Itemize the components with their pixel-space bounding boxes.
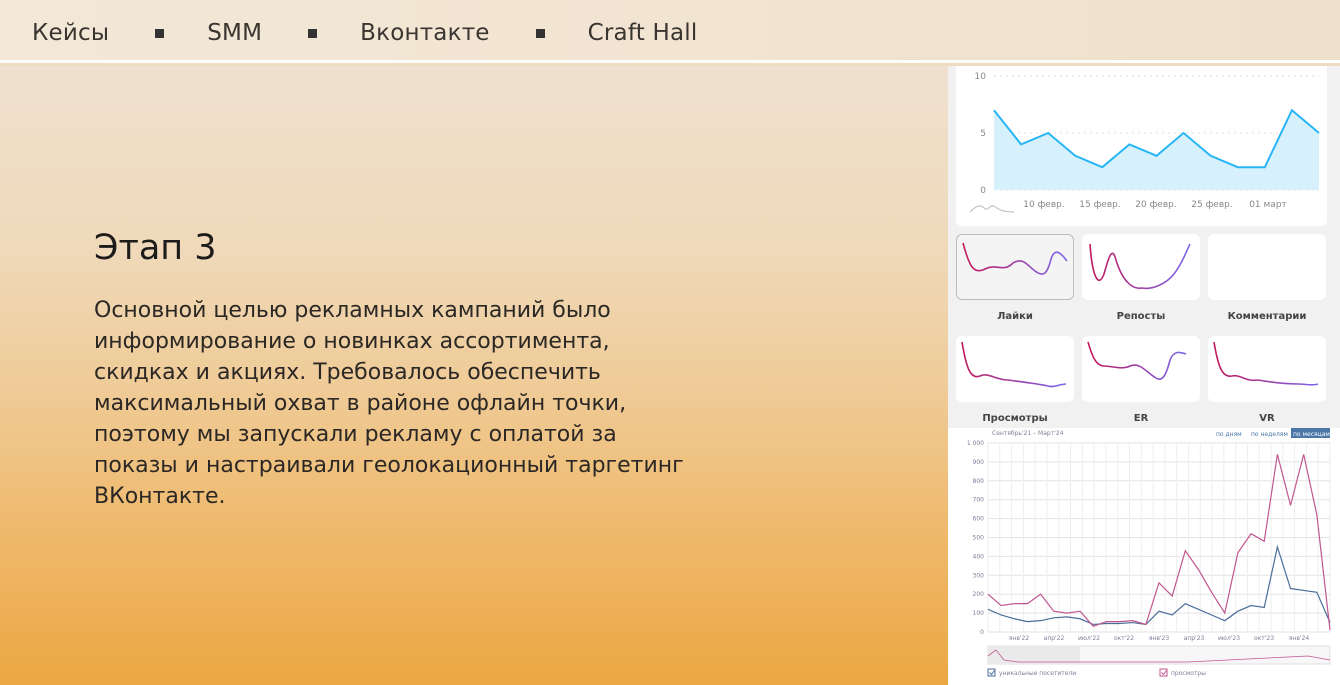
metric-sparkline: [961, 341, 1067, 388]
legend-label: просмотры: [1171, 670, 1206, 677]
y-tick-label: 500: [973, 535, 985, 542]
breadcrumb: Кейсы SMM Вконтакте Craft Hall: [32, 0, 697, 66]
y-tick-label: 5: [980, 129, 986, 139]
y-tick-label: 10: [975, 72, 987, 82]
reach-area-chart: 10 5 0 10 февр. 15 февр. 20 февр. 25 февр. 01 м…: [969, 72, 1320, 213]
nav-link-cases[interactable]: Кейсы: [32, 20, 109, 46]
metric-sparkline: [962, 242, 1068, 275]
metric-card-label: VR: [1259, 413, 1275, 424]
x-tick-label: июл'23: [1218, 635, 1240, 642]
metric-card[interactable]: [956, 336, 1074, 402]
metric-sparkline: [1213, 341, 1319, 386]
sparkline-path: [962, 242, 1068, 275]
x-tick-label: 10 февр.: [1023, 200, 1064, 210]
separator-square-icon: [155, 28, 165, 38]
y-tick-label: 800: [973, 478, 985, 485]
metric-card-label: Репосты: [1116, 311, 1166, 322]
y-tick-label: 0: [980, 186, 986, 196]
series-area: [994, 110, 1319, 190]
x-tick-label: янв'23: [1149, 635, 1170, 642]
metric-card-label: Просмотры: [982, 413, 1048, 424]
y-tick-label: 700: [973, 497, 985, 504]
y-tick-label: 0: [980, 629, 984, 636]
sparkline-path: [1213, 341, 1319, 386]
overview-sparkline: [969, 205, 1015, 213]
stage-title: Этап 3: [94, 228, 217, 268]
reach-chart-card: 10 5 0 10 февр. 15 февр. 20 февр. 25 февр. 01 м…: [956, 66, 1327, 226]
x-tick-label: янв'24: [1289, 635, 1310, 642]
nav-link-smm[interactable]: SMM: [207, 20, 262, 46]
metric-card[interactable]: [1082, 336, 1200, 402]
metric-card-label: Лайки: [997, 311, 1033, 322]
x-tick-label: янв'22: [1009, 635, 1030, 642]
separator-square-icon: [535, 28, 545, 38]
sparkline-path: [1087, 341, 1187, 380]
x-tick-label: окт'23: [1254, 635, 1274, 642]
x-tick-label: апр'23: [1184, 635, 1205, 642]
x-tick-label: окт'22: [1114, 635, 1134, 642]
metric-sparkline: [1089, 243, 1191, 290]
separator-square-icon: [308, 28, 318, 38]
x-tick-label: 15 февр.: [1079, 200, 1120, 210]
sparkline-path: [961, 341, 1067, 388]
x-tick-label: апр'22: [1044, 635, 1065, 642]
y-tick-label: 100: [973, 610, 985, 617]
x-tick-label: 25 февр.: [1191, 200, 1232, 210]
stage-description: Основной целью рекламных кампаний было и…: [94, 298, 684, 509]
metric-card-label: ER: [1133, 413, 1149, 424]
y-tick-label: 400: [973, 553, 985, 560]
period-toggle[interactable]: по неделям: [1251, 431, 1288, 438]
period-label: Сентябрь'21 – Март'24: [992, 430, 1064, 437]
metric-card[interactable]: [956, 234, 1074, 300]
x-tick-label: 20 февр.: [1135, 200, 1176, 210]
y-tick-label: 600: [973, 516, 985, 523]
sparkline-path: [1089, 243, 1191, 290]
period-toggle[interactable]: по месяцам: [1293, 431, 1330, 438]
top-navigation: Кейсы SMM Вконтакте Craft Hall: [0, 0, 1340, 63]
nav-link-vkontakte[interactable]: Вконтакте: [360, 20, 490, 46]
hero-section: Этап 3 Основной целью рекламных кампаний…: [0, 66, 948, 685]
x-tick-label: июл'22: [1078, 635, 1100, 642]
visitors-line-chart: Сентябрь'21 – Март'24 по дням по неделям по…: [967, 428, 1331, 677]
nav-link-craft-hall[interactable]: Craft Hall: [588, 20, 698, 46]
period-toggle[interactable]: по дням: [1216, 431, 1242, 438]
x-tick-label: 01 март: [1249, 200, 1287, 210]
visitors-chart-card: Сентябрь'21 – Март'24 по дням по неделям по…: [948, 428, 1340, 685]
metric-card[interactable]: [1208, 336, 1326, 402]
y-tick-label: 200: [973, 591, 985, 598]
metric-card-label: Комментарии: [1227, 311, 1307, 322]
y-tick-label: 1 000: [967, 440, 984, 447]
metric-card[interactable]: [1208, 234, 1326, 300]
metric-sparkline: [1087, 341, 1187, 380]
navigator-window: [988, 646, 1080, 664]
y-tick-label: 300: [973, 572, 985, 579]
stats-screenshot: 10 5 0 10 февр. 15 февр. 20 февр. 25 февр. 01 м…: [948, 66, 1340, 685]
metric-card[interactable]: [1082, 234, 1200, 300]
y-tick-label: 900: [973, 459, 985, 466]
legend-label: уникальные посетители: [999, 670, 1076, 677]
